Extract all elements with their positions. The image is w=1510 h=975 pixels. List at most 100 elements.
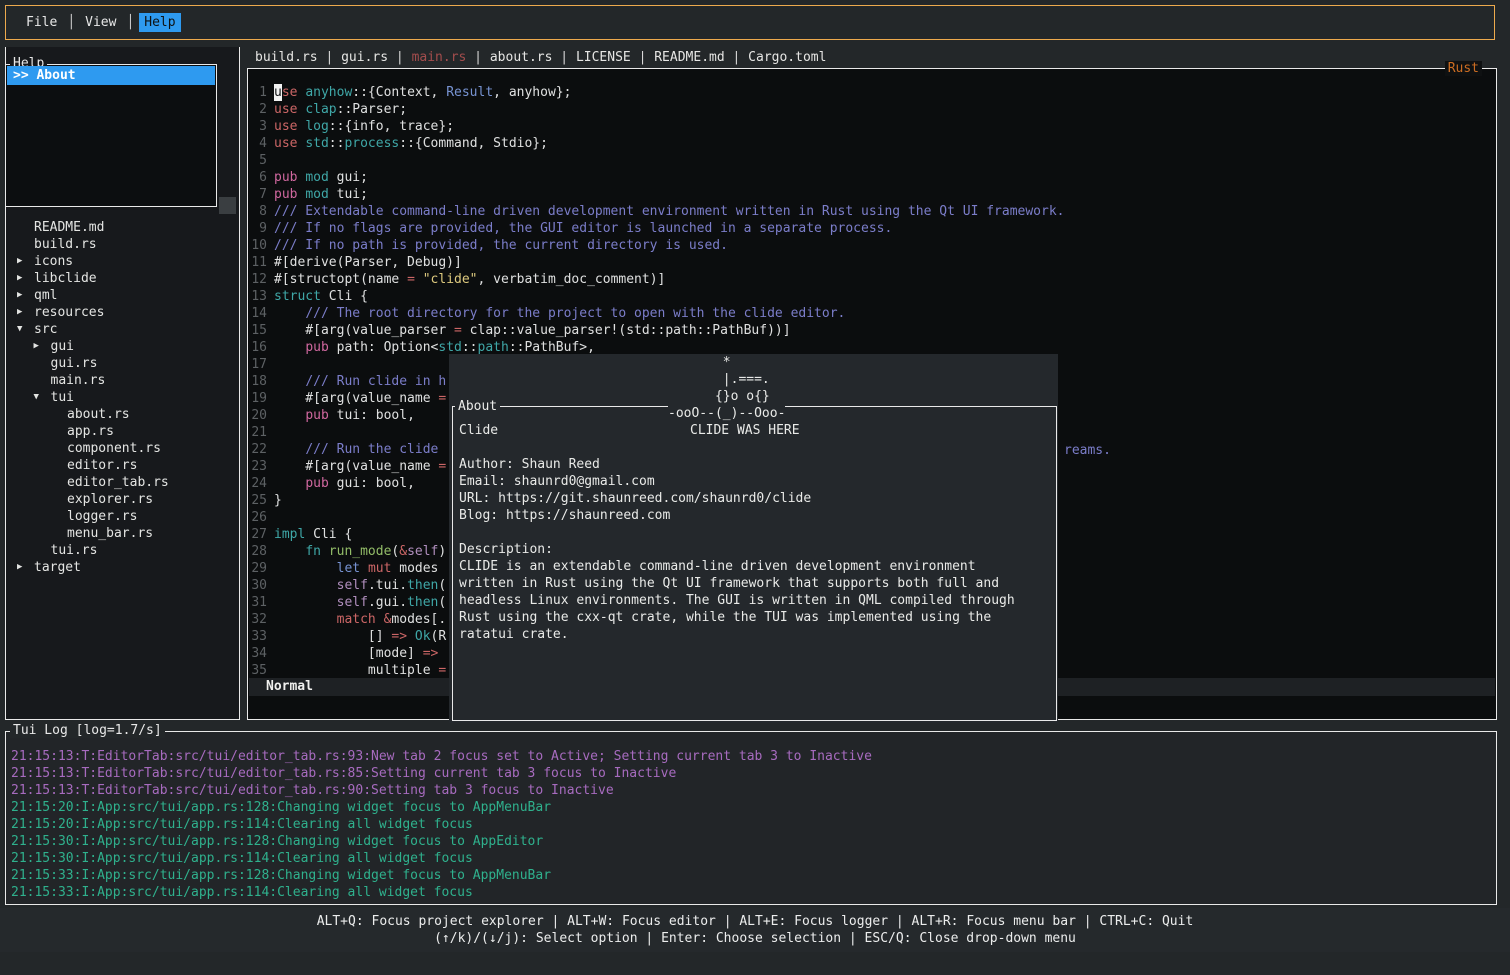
code-line[interactable]: 6pub mod gui; [251, 169, 1493, 186]
tab-separator: | [631, 48, 654, 68]
editor-language-label: Rust [1445, 61, 1482, 76]
file-tree-item-about.rs[interactable]: about.rs [6, 406, 237, 423]
line-number: 1 [251, 84, 267, 101]
code-token: use [274, 118, 297, 135]
file-tree-item-editor.rs[interactable]: editor.rs [6, 457, 237, 474]
code-line[interactable]: 14 /// The root directory for the projec… [251, 305, 1493, 322]
file-tree: README.md build.rs▶icons▶libclide▶qml▶re… [6, 219, 237, 576]
code-line[interactable]: 9/// If no flags are provided, the GUI e… [251, 220, 1493, 237]
file-tree-item-logger.rs[interactable]: logger.rs [6, 508, 237, 525]
tab-main.rs[interactable]: main.rs [412, 48, 467, 68]
file-tree-item-target[interactable]: ▶target [6, 559, 237, 576]
tab-gui.rs[interactable]: gui.rs [341, 48, 388, 68]
about-dialog-row: headless Linux environments. The GUI is … [459, 592, 1052, 609]
code-line[interactable]: 3use log::{info, trace}; [251, 118, 1493, 135]
menu-item-view[interactable]: View [80, 13, 121, 32]
file-tree-item-gui[interactable]: ▶gui [6, 338, 237, 355]
code-line[interactable]: 15 #[arg(value_parser = clap::value_pars… [251, 322, 1493, 339]
code-token: self [407, 543, 438, 560]
chevron-collapsed-icon: ▶ [17, 287, 34, 304]
code-line[interactable]: 8 /// Extendable command-line driven deve… [251, 203, 1493, 220]
code-line[interactable]: 11#[derive(Parser, Debug)] [251, 254, 1493, 271]
line-number: 18 [251, 373, 267, 390]
file-tree-item-src[interactable]: ▼src [6, 321, 237, 338]
code-line[interactable]: 7pub mod tui; [251, 186, 1493, 203]
file-tree-item-menu_bar.rs[interactable]: menu_bar.rs [6, 525, 237, 542]
code-token: impl [274, 526, 305, 543]
file-tree-item-explorer.rs[interactable]: explorer.rs [6, 491, 237, 508]
about-dialog-row: Blog: https://shaunreed.com [459, 507, 1052, 524]
about-dialog-row: ratatui crate. [459, 626, 1052, 643]
code-token: pub [305, 339, 328, 356]
code-token: mut [368, 560, 391, 577]
help-menu-option-about[interactable]: >> About [7, 66, 215, 85]
code-token: [mode] [274, 645, 423, 662]
file-tree-label: about.rs [67, 406, 130, 423]
line-number: 35 [251, 662, 267, 679]
code-line[interactable]: 1use anyhow::{Context, Result, anyhow}; [251, 84, 1493, 101]
text-cursor: u [274, 84, 282, 101]
tab-about.rs[interactable]: about.rs [490, 48, 553, 68]
code-line[interactable]: 13struct Cli { [251, 288, 1493, 305]
file-tree-item-README.md[interactable]: README.md [6, 219, 237, 236]
code-token [297, 84, 305, 101]
file-tree-item-gui.rs[interactable]: gui.rs [6, 355, 237, 372]
code-line[interactable]: 4use std::process::{Command, Stdio}; [251, 135, 1493, 152]
file-tree-item-component.rs[interactable]: component.rs [6, 440, 237, 457]
about-dialog-title: About [455, 399, 500, 414]
log-entries: 21:15:13:T:EditorTab:src/tui/editor_tab.… [11, 748, 1492, 901]
line-number: 19 [251, 390, 267, 407]
code-line[interactable]: 12#[structopt(name = "clide", verbatim_d… [251, 271, 1493, 288]
code-line[interactable]: 5 [251, 152, 1493, 169]
file-tree-item-main.rs[interactable]: main.rs [6, 372, 237, 389]
code-overflow-text: reams. [1064, 442, 1111, 459]
file-tree-label: editor.rs [67, 457, 137, 474]
code-token [297, 118, 305, 135]
file-tree-item-editor_tab.rs[interactable]: editor_tab.rs [6, 474, 237, 491]
tab-separator: | [466, 48, 489, 68]
file-tree-item-resources[interactable]: ▶resources [6, 304, 237, 321]
code-token: = [454, 322, 462, 339]
about-dialog-row: written in Rust using the Qt UI framewor… [459, 575, 1052, 592]
tree-indent-spacer [34, 372, 51, 389]
tree-indent-spacer [17, 236, 34, 253]
menu-item-help[interactable]: Help [139, 13, 180, 32]
line-number: 7 [251, 186, 267, 203]
code-token [274, 441, 305, 458]
tab-LICENSE[interactable]: LICENSE [576, 48, 631, 68]
file-tree-item-build.rs[interactable]: build.rs [6, 236, 237, 253]
line-number: 8 [251, 203, 267, 220]
chevron-expanded-icon: ▼ [34, 389, 51, 406]
line-number: 25 [251, 492, 267, 509]
file-tree-item-icons[interactable]: ▶icons [6, 253, 237, 270]
code-token: Result [446, 84, 493, 101]
help-dropdown-menu: Help >> About [5, 64, 217, 207]
line-number: 22 [251, 441, 267, 458]
line-number: 29 [251, 560, 267, 577]
code-token [297, 135, 305, 152]
chevron-expanded-icon: ▼ [17, 321, 34, 338]
ascii-art-line: {}o o{} [668, 388, 770, 405]
explorer-scrollbar-thumb[interactable] [219, 197, 236, 214]
tab-Cargo.toml[interactable]: Cargo.toml [748, 48, 826, 68]
file-tree-item-qml[interactable]: ▶qml [6, 287, 237, 304]
code-line[interactable]: 10/// If no path is provided, the curren… [251, 237, 1493, 254]
code-token: mod [305, 186, 328, 203]
code-token: ( [438, 577, 446, 594]
file-tree-item-libclide[interactable]: ▶libclide [6, 270, 237, 287]
code-token: std [305, 135, 328, 152]
tab-README.md[interactable]: README.md [654, 48, 724, 68]
code-token: = [438, 662, 446, 679]
file-tree-item-tui.rs[interactable]: tui.rs [6, 542, 237, 559]
tui-log-panel[interactable]: Tui Log [log=1.7/s] 21:15:13:T:EditorTab… [5, 731, 1497, 905]
file-tree-item-app.rs[interactable]: app.rs [6, 423, 237, 440]
line-number: 33 [251, 628, 267, 645]
tab-build.rs[interactable]: build.rs [255, 48, 318, 68]
menu-item-file[interactable]: File [21, 13, 62, 32]
code-token: self [337, 594, 368, 611]
code-line[interactable]: 2use clap::Parser; [251, 101, 1493, 118]
file-tree-label: component.rs [67, 440, 161, 457]
file-tree-label: main.rs [51, 372, 106, 389]
code-token: /// Extendable command-line driven devel… [274, 203, 1065, 220]
file-tree-item-tui[interactable]: ▼tui [6, 389, 237, 406]
